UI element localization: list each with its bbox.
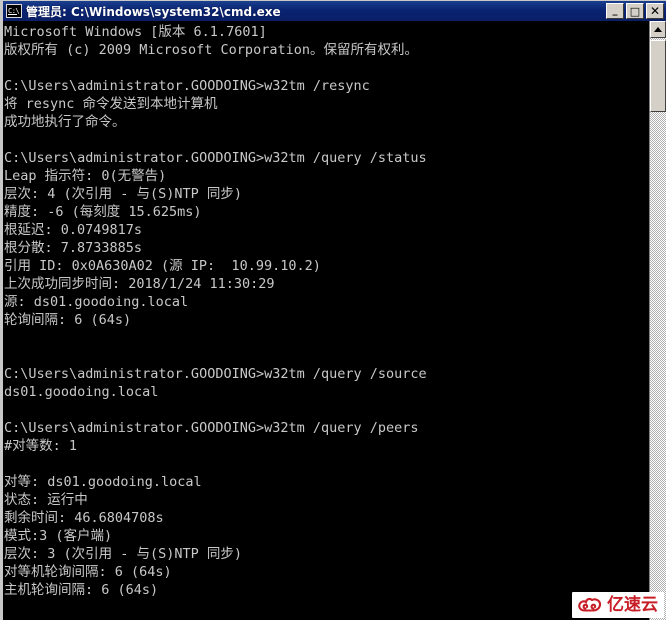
console-line: 根分散: 7.8733885s xyxy=(4,240,143,256)
console-line: 对等机轮询间隔: 6 (64s) xyxy=(4,564,172,580)
console-line: 精度: -6 (每刻度 15.625ms) xyxy=(4,204,202,220)
close-button[interactable]: ✕ xyxy=(646,3,664,19)
vertical-scrollbar[interactable] xyxy=(649,21,666,620)
maximize-button[interactable]: □ xyxy=(626,3,644,19)
console-line: Microsoft Windows [版本 6.1.7601] xyxy=(4,24,267,40)
title-bar[interactable]: 管理员: C:\Windows\system32\cmd.exe _ □ ✕ xyxy=(3,1,666,21)
screenshot-root: 管理员: C:\Windows\system32\cmd.exe _ □ ✕ M… xyxy=(0,0,666,620)
console-line: 层次: 4 (次引用 - 与(S)NTP 同步) xyxy=(4,186,243,202)
console-text: Microsoft Windows [版本 6.1.7601] 版权所有 (c) … xyxy=(4,23,666,620)
console-line: 轮询间隔: 6 (64s) xyxy=(4,312,132,328)
window-title: 管理员: C:\Windows\system32\cmd.exe xyxy=(26,4,281,19)
console-line: 主机轮询间隔: 6 (64s) xyxy=(4,582,159,598)
scroll-up-arrow[interactable] xyxy=(650,21,666,38)
watermark-text: 亿速云 xyxy=(607,595,658,615)
console-line: 模式:3 (客户端) xyxy=(4,528,113,544)
watermark: 亿速云 xyxy=(572,592,664,618)
console-line: ds01.goodoing.local xyxy=(4,384,159,400)
console-line: 成功地执行了命令。 xyxy=(4,114,126,130)
window-controls: _ □ ✕ xyxy=(606,3,664,19)
close-icon: ✕ xyxy=(649,4,661,18)
console-line: #对等数: 1 xyxy=(4,438,78,454)
console-line: 上次成功同步时间: 2018/1/24 11:30:29 xyxy=(4,276,275,292)
console-line: 源: ds01.goodoing.local xyxy=(4,294,189,310)
cmd-console-icon xyxy=(6,4,22,18)
console-line: Leap 指示符: 0(无警告) xyxy=(4,168,167,184)
console-line: 层次: 3 (次引用 - 与(S)NTP 同步) xyxy=(4,546,243,562)
console-output-area[interactable]: Microsoft Windows [版本 6.1.7601] 版权所有 (c) … xyxy=(3,21,666,620)
scrollbar-thumb[interactable] xyxy=(650,40,666,112)
console-line: C:\Users\administrator.GOODOING>w32tm /q… xyxy=(4,366,427,382)
console-line: 引用 ID: 0x0A630A02 (源 IP: 10.99.10.2) xyxy=(4,258,321,274)
minimize-icon: _ xyxy=(612,5,618,16)
console-line: 对等: ds01.goodoing.local xyxy=(4,474,202,490)
triangle-up-icon xyxy=(654,27,662,32)
console-line: 将 resync 命令发送到本地计算机 xyxy=(4,96,218,112)
cloud-logo-icon xyxy=(578,597,602,612)
cmd-window: 管理员: C:\Windows\system32\cmd.exe _ □ ✕ M… xyxy=(0,0,666,620)
maximize-icon: □ xyxy=(629,4,641,18)
console-line: C:\Users\administrator.GOODOING>w32tm /r… xyxy=(4,78,370,94)
console-line: 版权所有 (c) 2009 Microsoft Corporation。保留所有… xyxy=(4,42,418,58)
minimize-button[interactable]: _ xyxy=(606,3,624,19)
console-line: C:\Users\administrator.GOODOING>w32tm /q… xyxy=(4,420,419,436)
console-line: 状态: 运行中 xyxy=(4,492,88,508)
console-line: 剩余时间: 46.6804708s xyxy=(4,510,164,526)
console-line: C:\Users\administrator.GOODOING>w32tm /q… xyxy=(4,150,427,166)
console-line: 根延迟: 0.0749817s xyxy=(4,222,143,238)
